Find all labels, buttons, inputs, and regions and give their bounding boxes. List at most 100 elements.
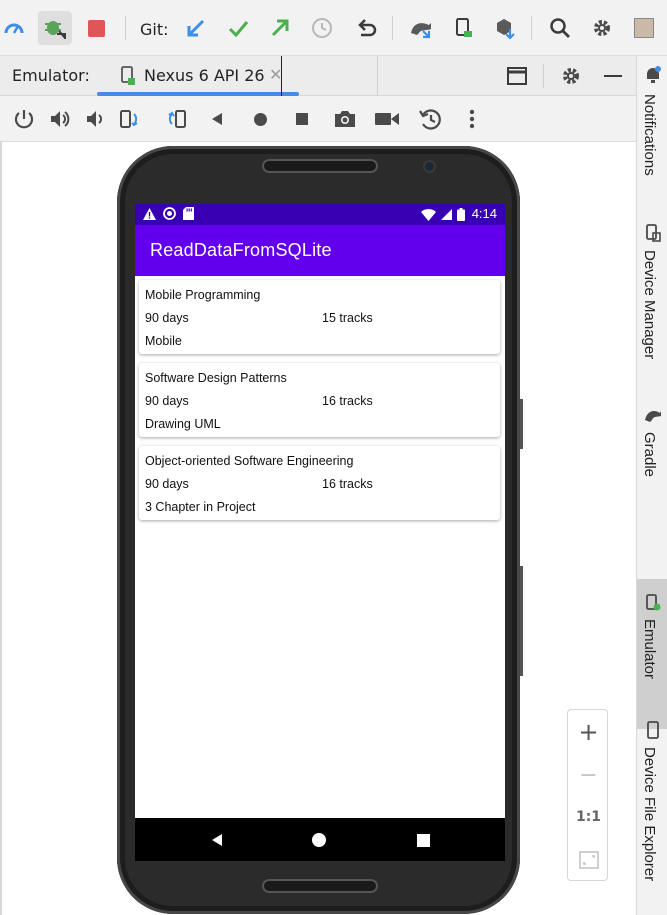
course-card[interactable]: Object-oriented Software Engineering 90 … [139, 446, 500, 520]
toolbar-separator [125, 16, 126, 40]
profiler-icon[interactable] [0, 14, 28, 42]
device-manager-tool-button[interactable]: Device Manager [637, 224, 667, 384]
zoom-out-button[interactable]: − [568, 757, 609, 793]
toolbar-separator [543, 64, 544, 88]
course-duration: 90 days [145, 394, 189, 408]
status-system-icons [421, 208, 465, 221]
power-key [520, 399, 523, 449]
course-tracks: 15 tracks [322, 311, 373, 325]
speaker-grille-bottom [262, 879, 378, 893]
emulator-tab-bar: Emulator: Nexus 6 API 26 ✕ [0, 56, 636, 96]
device-file-explorer-tool-button[interactable]: Device File Explorer [637, 721, 667, 911]
volume-up-icon[interactable] [47, 106, 73, 132]
course-tracks: 16 tracks [322, 394, 373, 408]
emulator-controls-toolbar [0, 96, 636, 142]
app-title: ReadDataFromSQLite [150, 240, 332, 260]
volume-key [520, 566, 523, 676]
search-icon[interactable] [546, 14, 574, 42]
status-bar: 4:14 [135, 204, 505, 225]
gradle-tool-button[interactable]: Gradle [637, 406, 667, 496]
git-update-icon[interactable] [182, 14, 210, 42]
toolbar-separator [531, 16, 532, 40]
device-manager-label: Device Manager [641, 250, 658, 360]
emulator-label: Emulator [641, 619, 658, 680]
attach-debugger-icon[interactable] [38, 11, 72, 45]
device-screen[interactable]: 4:14 ReadDataFromSQLite Mobile Programmi… [135, 204, 505, 861]
avatar[interactable] [632, 14, 656, 42]
nav-back-icon[interactable] [207, 830, 227, 850]
course-name: Object-oriented Software Engineering [145, 454, 354, 468]
course-duration: 90 days [145, 477, 189, 491]
rotate-left-icon[interactable] [118, 106, 144, 132]
speaker-grille-top [262, 159, 378, 173]
device-file-explorer-label: Device File Explorer [641, 747, 658, 882]
device-tab[interactable]: Nexus 6 API 26 ✕ [97, 56, 299, 96]
text-cursor [281, 56, 282, 96]
gradle-label: Gradle [641, 432, 658, 478]
gradle-sync-icon[interactable] [407, 14, 435, 42]
history-icon[interactable] [308, 14, 336, 42]
battery-icon [457, 208, 465, 221]
device-icon [120, 66, 136, 86]
more-options-icon[interactable] [459, 106, 485, 132]
rotate-right-icon[interactable] [162, 106, 188, 132]
window-layout-icon[interactable] [503, 62, 531, 90]
notifications-tool-button[interactable]: Notifications [637, 66, 667, 206]
power-icon[interactable] [11, 106, 37, 132]
sync-icon [163, 207, 176, 220]
nav-home-icon[interactable] [309, 830, 329, 850]
git-commit-icon[interactable] [224, 14, 252, 42]
course-card[interactable]: Software Design Patterns 90 days 16 trac… [139, 363, 500, 437]
actual-size-button[interactable]: 1:1 [568, 799, 609, 835]
bell-icon [644, 66, 662, 84]
settings-icon[interactable] [588, 14, 616, 42]
screen-record-icon[interactable] [374, 106, 400, 132]
emulator-tool-button[interactable]: Emulator [637, 579, 667, 729]
device-manager-icon [644, 224, 662, 242]
zoom-controls: + − 1:1 [567, 709, 608, 881]
home-icon[interactable] [247, 106, 273, 132]
course-name: Software Design Patterns [145, 371, 287, 385]
emulator-label: Emulator: [12, 66, 90, 85]
right-tool-strip: Notifications Device Manager Gradle Emul… [636, 56, 667, 915]
course-card[interactable]: Mobile Programming 90 days 15 tracks Mob… [139, 280, 500, 354]
emulator-icon [644, 594, 662, 612]
snapshot-icon[interactable] [417, 106, 443, 132]
course-name: Mobile Programming [145, 288, 261, 302]
git-push-icon[interactable] [266, 14, 294, 42]
overview-icon[interactable] [289, 106, 315, 132]
status-time: 4:14 [471, 206, 497, 221]
course-tracks: 16 tracks [322, 477, 373, 491]
device-tab-label: Nexus 6 API 26 [144, 66, 265, 85]
zoom-in-button[interactable]: + [568, 714, 609, 750]
system-nav-bar [135, 818, 505, 861]
rollback-icon[interactable] [352, 14, 380, 42]
toolbar-separator [392, 16, 393, 40]
panel-settings-icon[interactable] [557, 62, 585, 90]
device-manager-icon[interactable] [449, 14, 477, 42]
course-description: 3 Chapter in Project [145, 500, 256, 514]
screenshot-icon[interactable] [332, 106, 358, 132]
minimize-icon[interactable] [599, 62, 627, 90]
warning-icon [143, 207, 156, 220]
course-description: Mobile [145, 334, 182, 348]
back-icon[interactable] [204, 106, 230, 132]
file-explorer-icon [644, 721, 662, 739]
notifications-label: Notifications [641, 94, 658, 176]
signal-icon [441, 209, 452, 220]
stop-icon[interactable] [82, 14, 110, 42]
sd-card-icon [183, 207, 194, 220]
fit-screen-icon[interactable] [568, 842, 609, 878]
nav-overview-icon[interactable] [413, 830, 433, 850]
git-label: Git: [140, 20, 169, 39]
front-camera [425, 162, 434, 171]
gradle-icon [644, 406, 662, 424]
main-toolbar: Git: [0, 0, 667, 56]
status-notifications [143, 207, 194, 220]
course-duration: 90 days [145, 311, 189, 325]
tab-separator [377, 56, 378, 96]
volume-down-icon[interactable] [82, 106, 108, 132]
sdk-manager-icon[interactable] [491, 14, 519, 42]
app-bar: ReadDataFromSQLite [135, 225, 505, 276]
wifi-icon [421, 208, 436, 221]
